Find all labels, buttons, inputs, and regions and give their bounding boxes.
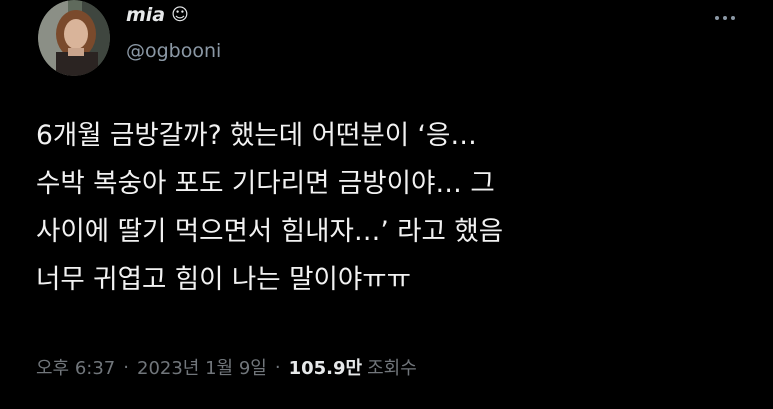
meta-separator: · [123, 356, 129, 378]
smile-icon: ☺ [171, 4, 189, 25]
more-dot [731, 16, 735, 20]
tweet-text-line: 6개월 금방갈까? 했는데 어떤분이 ‘응… [36, 120, 477, 151]
avatar-image [38, 0, 110, 76]
meta-separator: · [274, 356, 281, 378]
display-name[interactable]: mia [126, 4, 165, 26]
more-dot [715, 16, 719, 20]
tweet-text-line: 사이에 딸기 먹으면서 힘내자…’ 라고 했음 [36, 216, 504, 247]
avatar[interactable] [38, 0, 110, 76]
tweet-card: mia ☺ @ogbooni 6개월 금방갈까? 했는데 어떤분이 ‘응… 수박… [0, 0, 773, 409]
tweet-text-line: 너무 귀엽고 힘이 나는 말이야ㅠㅠ [36, 264, 412, 295]
tweet-time[interactable]: 오후 6:37 [36, 354, 115, 380]
author-name-row[interactable]: mia ☺ [126, 2, 189, 28]
more-horizontal-icon[interactable] [707, 8, 743, 28]
tweet-meta: 오후 6:37 · 2023년 1월 9일 · 105.9만 조회수 [36, 352, 417, 382]
tweet-date[interactable]: 2023년 1월 9일 [137, 354, 267, 380]
tweet-text: 6개월 금방갈까? 했는데 어떤분이 ‘응… 수박 복숭아 포도 기다리면 금방… [36, 112, 756, 304]
tweet-text-line: 수박 복숭아 포도 기다리면 금방이야… 그 [36, 168, 495, 199]
views-label: 조회수 [367, 358, 417, 379]
views-count[interactable]: 105.9만 [289, 354, 363, 380]
more-dot [723, 16, 727, 20]
author-handle[interactable]: @ogbooni [126, 40, 221, 62]
